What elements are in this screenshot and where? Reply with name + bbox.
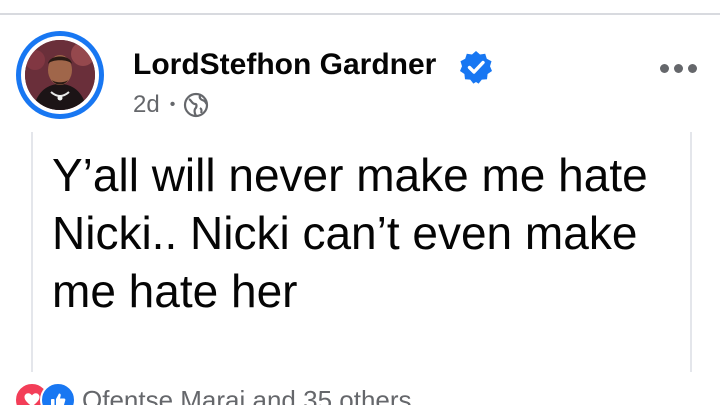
post-time[interactable]: 2d: [133, 88, 160, 122]
more-options-button[interactable]: [652, 50, 704, 86]
more-dot-icon: [659, 63, 669, 73]
top-divider: [0, 13, 720, 15]
meta-separator: •: [169, 96, 176, 113]
more-dot-icon: [687, 63, 697, 73]
reaction-summary[interactable]: Ofentse Marai and 35 others: [82, 385, 412, 405]
avatar-portrait-icon: [25, 40, 95, 110]
globe-icon[interactable]: [183, 92, 209, 118]
avatar[interactable]: [16, 31, 104, 119]
post-card: LordStefhon Gardner 2d • Y’all will neve…: [0, 0, 720, 405]
like-reaction-icon: [40, 382, 76, 405]
reactions-row[interactable]: Ofentse Marai and 35 others: [14, 380, 412, 405]
verified-badge-icon: [460, 51, 492, 84]
more-dot-icon: [673, 63, 683, 73]
avatar-ring: [21, 36, 99, 114]
post-text: Y’all will never make me hate Nicki.. Ni…: [52, 149, 648, 317]
author-name[interactable]: LordStefhon Gardner: [133, 45, 436, 85]
post-meta: 2d •: [133, 88, 209, 122]
avatar-photo: [25, 40, 95, 110]
